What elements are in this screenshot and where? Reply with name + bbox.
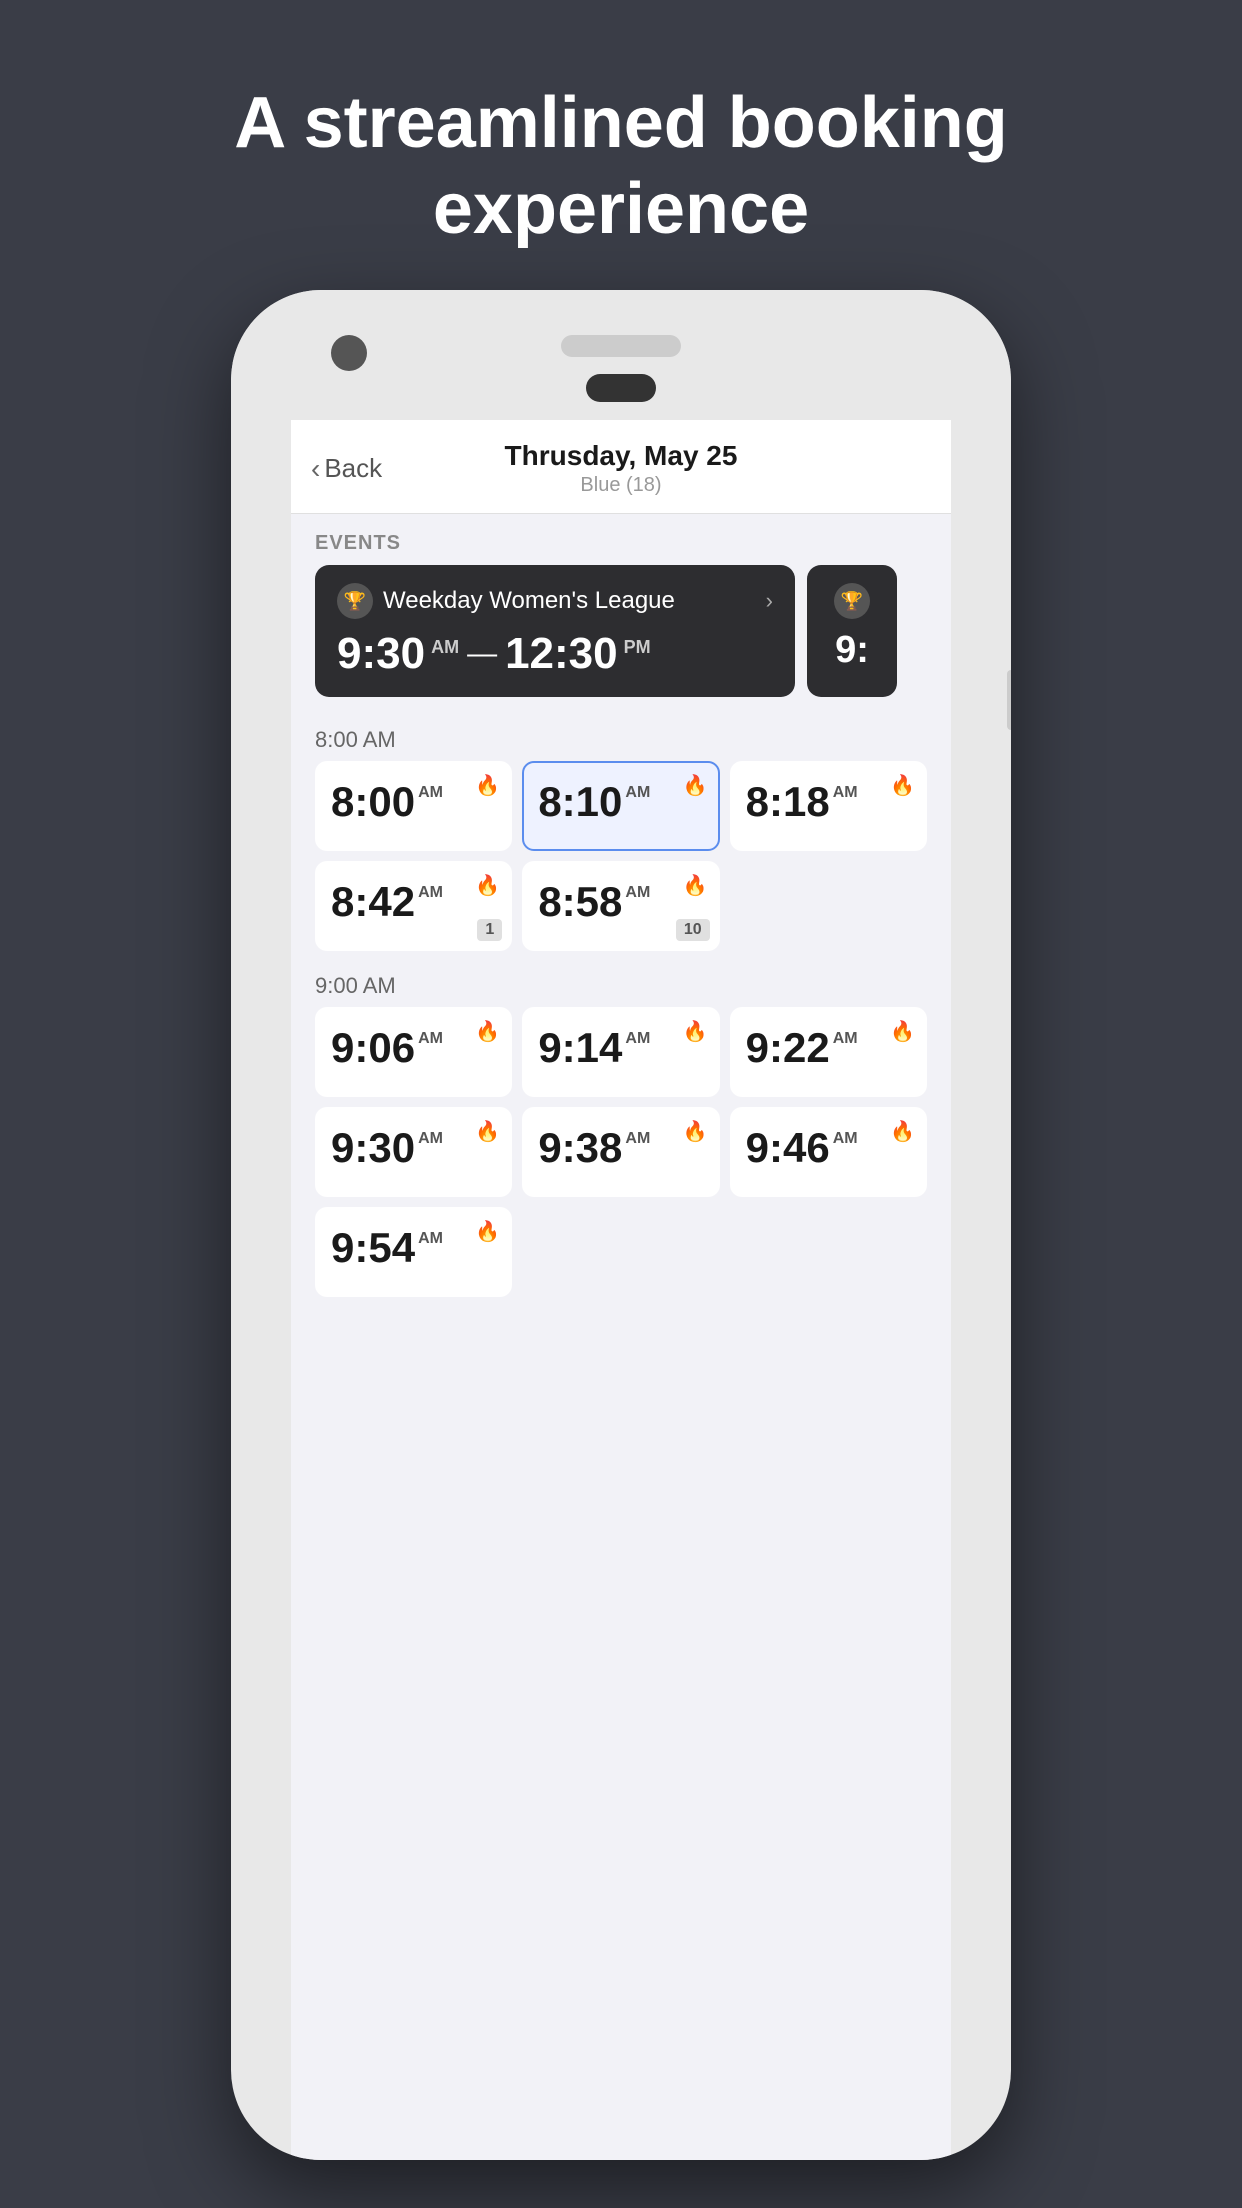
time-slot-954[interactable]: 🔥 9:54AM bbox=[315, 1207, 512, 1297]
time-slot-time: 9:06AM bbox=[331, 1027, 496, 1069]
time-slot-time: 9:38AM bbox=[538, 1127, 703, 1169]
time-slot-time: 9:46AM bbox=[746, 1127, 911, 1169]
event-start-time: 9:30AM bbox=[337, 629, 459, 679]
page-headline: A streamlined booking experience bbox=[154, 80, 1087, 253]
events-scroll: 🏆 Weekday Women's League › 9:30AM — 12:3… bbox=[291, 565, 951, 713]
time-slot-842[interactable]: 🔥 8:42AM 1 bbox=[315, 861, 512, 951]
phone-speaker bbox=[561, 335, 681, 357]
time-slot-930[interactable]: 🔥 9:30AM bbox=[315, 1107, 512, 1197]
flame-icon: 🔥 bbox=[890, 1019, 915, 1044]
event-card-partial: 🏆 9: bbox=[807, 565, 897, 697]
time-slot-time: 8:58AM bbox=[538, 881, 703, 923]
time-group-8am-label: 8:00 AM bbox=[291, 713, 951, 761]
time-grid-8am: 🔥 8:00AM 🔥 8:10AM 🔥 8:18AM bbox=[291, 761, 951, 959]
flame-icon: 🔥 bbox=[475, 873, 500, 898]
time-slot-906[interactable]: 🔥 9:06AM bbox=[315, 1007, 512, 1097]
header-subtitle: Blue (18) bbox=[505, 474, 738, 497]
event-name: Weekday Women's League bbox=[383, 587, 756, 615]
flame-icon: 🔥 bbox=[475, 1219, 500, 1244]
phone-screen: ‹ Back Thrusday, May 25 Blue (18) EVENTS… bbox=[291, 420, 951, 2160]
back-chevron-icon: ‹ bbox=[311, 453, 320, 485]
app-header: ‹ Back Thrusday, May 25 Blue (18) bbox=[291, 420, 951, 514]
event-end-time: 12:30PM bbox=[505, 629, 651, 679]
time-slot-time: 9:14AM bbox=[538, 1027, 703, 1069]
time-slot-938[interactable]: 🔥 9:38AM bbox=[522, 1107, 719, 1197]
time-group-9am-label: 9:00 AM bbox=[291, 959, 951, 1007]
back-label: Back bbox=[324, 453, 382, 484]
flame-icon: 🔥 bbox=[890, 1119, 915, 1144]
slot-badge: 1 bbox=[477, 919, 502, 941]
flame-icon: 🔥 bbox=[683, 773, 708, 798]
time-slot-time: 9:54AM bbox=[331, 1227, 496, 1269]
time-slot-858[interactable]: 🔥 8:58AM 10 bbox=[522, 861, 719, 951]
time-slot-time: 8:18AM bbox=[746, 781, 911, 823]
time-slot-800[interactable]: 🔥 8:00AM bbox=[315, 761, 512, 851]
phone-side-button bbox=[1007, 670, 1011, 730]
header-center: Thrusday, May 25 Blue (18) bbox=[505, 440, 738, 497]
time-slot-922[interactable]: 🔥 9:22AM bbox=[730, 1007, 927, 1097]
flame-icon: 🔥 bbox=[475, 1119, 500, 1144]
time-slot-time: 8:00AM bbox=[331, 781, 496, 823]
back-button[interactable]: ‹ Back bbox=[311, 453, 382, 485]
flame-icon: 🔥 bbox=[475, 773, 500, 798]
flame-icon: 🔥 bbox=[683, 1119, 708, 1144]
time-slot-time: 8:42AM bbox=[331, 881, 496, 923]
flame-icon: 🔥 bbox=[683, 873, 708, 898]
event-trophy-partial-icon: 🏆 bbox=[834, 583, 870, 619]
event-trophy-icon: 🏆 bbox=[337, 583, 373, 619]
time-slot-time: 9:22AM bbox=[746, 1027, 911, 1069]
phone-frame: ‹ Back Thrusday, May 25 Blue (18) EVENTS… bbox=[231, 290, 1011, 2160]
event-card-header: 🏆 Weekday Women's League › bbox=[337, 583, 773, 619]
time-slot-time: 8:10AM bbox=[538, 781, 703, 823]
event-arrow-icon: › bbox=[766, 588, 773, 614]
time-slot-946[interactable]: 🔥 9:46AM bbox=[730, 1107, 927, 1197]
phone-sensor bbox=[586, 374, 656, 402]
time-slot-time: 9:30AM bbox=[331, 1127, 496, 1169]
phone-camera bbox=[331, 335, 367, 371]
time-slot-818[interactable]: 🔥 8:18AM bbox=[730, 761, 927, 851]
phone-top bbox=[231, 290, 1011, 420]
events-section-label: EVENTS bbox=[291, 514, 951, 565]
time-slot-810[interactable]: 🔥 8:10AM bbox=[522, 761, 719, 851]
slot-badge: 10 bbox=[676, 919, 710, 941]
time-slot-914[interactable]: 🔥 9:14AM bbox=[522, 1007, 719, 1097]
event-card[interactable]: 🏆 Weekday Women's League › 9:30AM — 12:3… bbox=[315, 565, 795, 697]
time-grid-9am: 🔥 9:06AM 🔥 9:14AM 🔥 9:22AM bbox=[291, 1007, 951, 1305]
flame-icon: 🔥 bbox=[890, 773, 915, 798]
header-date: Thrusday, May 25 bbox=[505, 440, 738, 472]
flame-icon: 🔥 bbox=[683, 1019, 708, 1044]
flame-icon: 🔥 bbox=[475, 1019, 500, 1044]
